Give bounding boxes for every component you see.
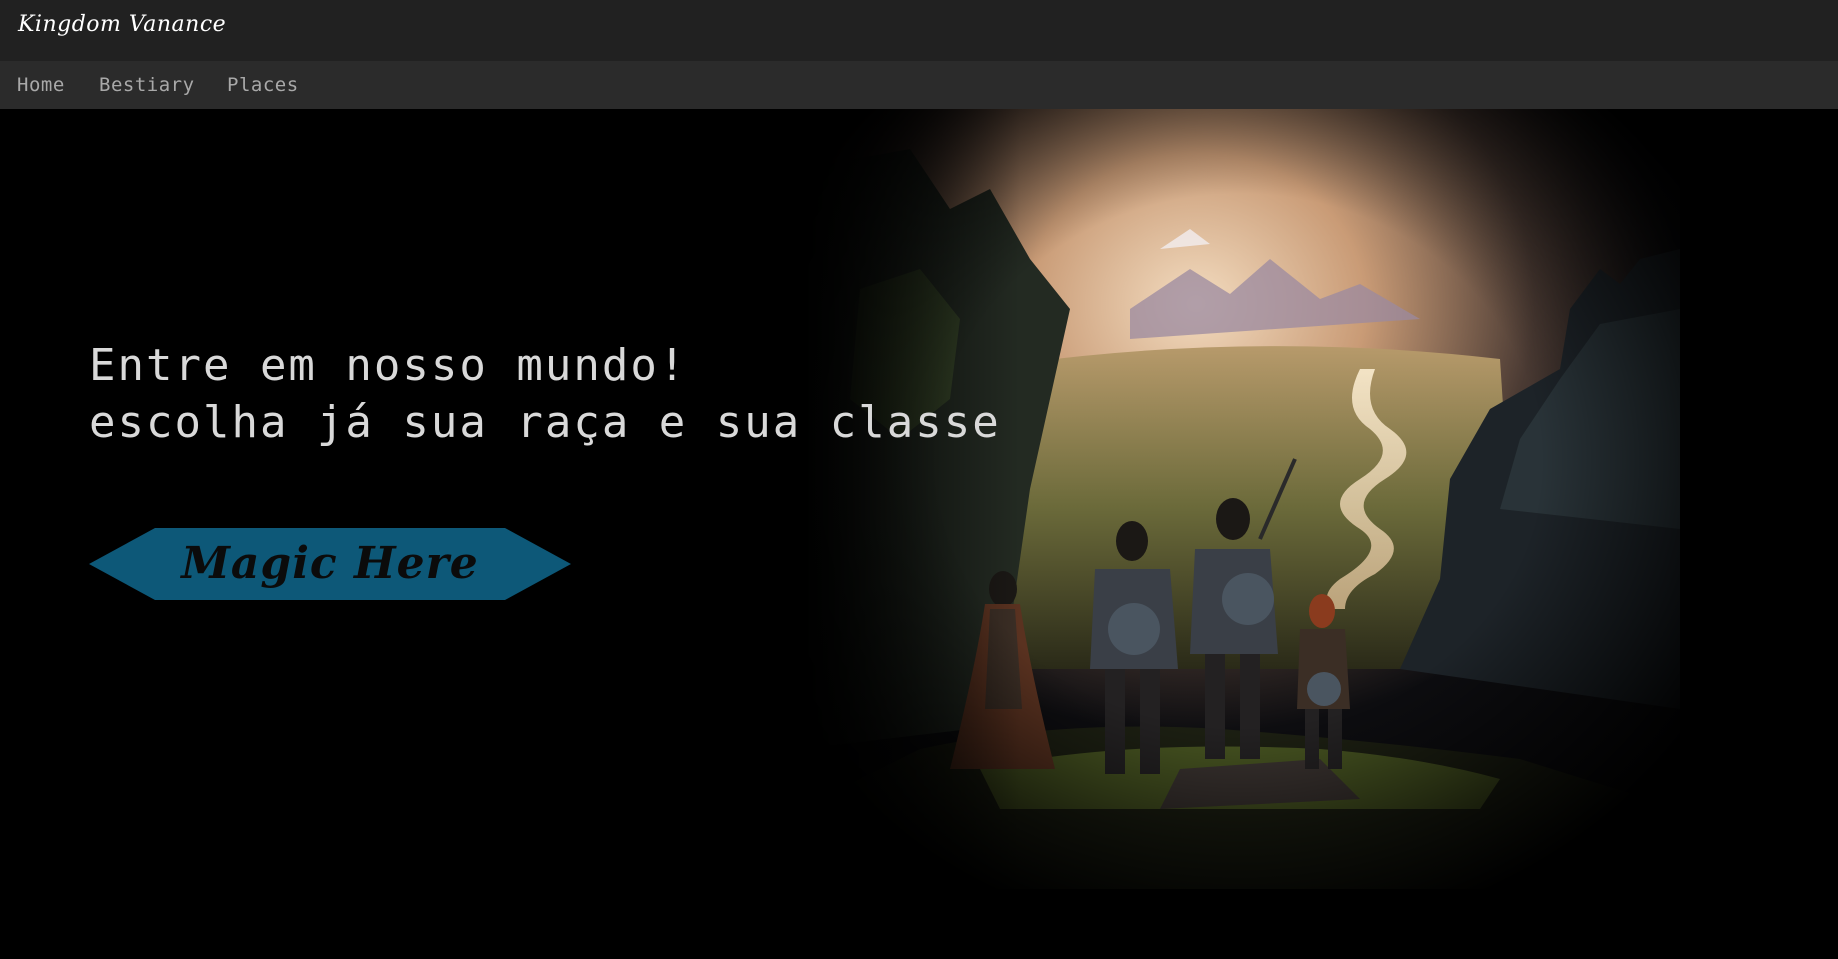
site-logo[interactable]: Kingdom Vanance — [18, 12, 226, 37]
magic-here-label: Magic Here — [181, 538, 479, 589]
fantasy-landscape-image — [800, 109, 1680, 889]
top-header: Kingdom Vanance — [0, 0, 1838, 61]
nav-item-places[interactable]: Places — [227, 74, 299, 96]
hero-section: Entre em nosso mundo! escolha já sua raç… — [0, 109, 1838, 959]
main-navigation: Home Bestiary Places — [0, 61, 1838, 109]
nav-item-bestiary[interactable]: Bestiary — [99, 74, 195, 96]
headline-line-2: escolha já sua raça e sua classe — [89, 397, 1001, 448]
nav-item-home[interactable]: Home — [17, 74, 65, 96]
headline-line-1: Entre em nosso mundo! — [89, 340, 688, 391]
hero-headline: Entre em nosso mundo! escolha já sua raç… — [89, 337, 1001, 451]
magic-here-button[interactable]: Magic Here — [89, 528, 571, 600]
